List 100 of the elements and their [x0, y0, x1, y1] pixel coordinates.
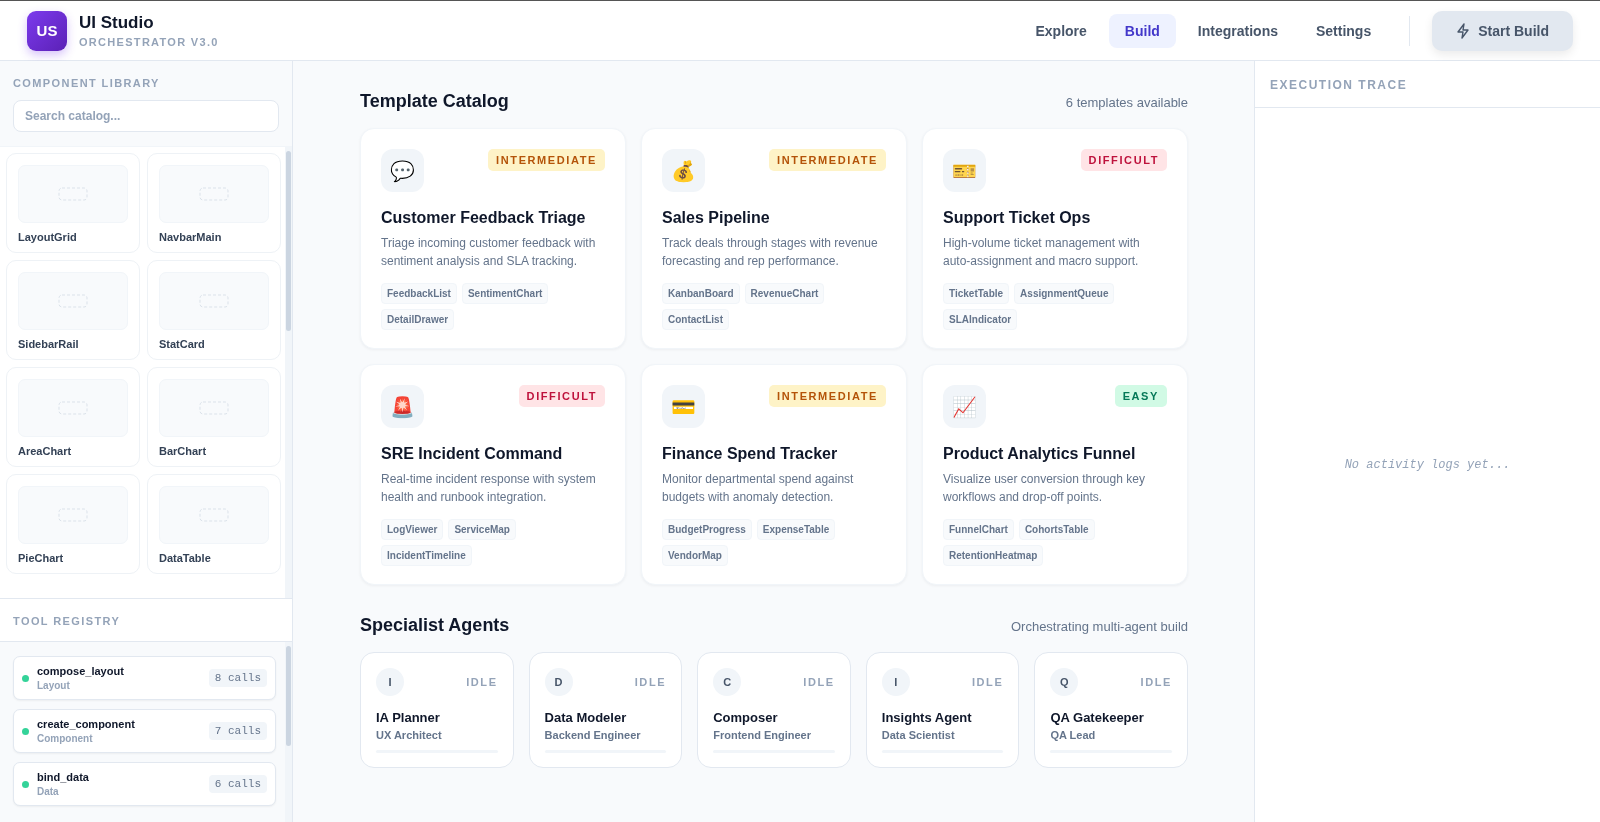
component-tag: KanbanBoard: [662, 283, 740, 304]
nav-tab[interactable]: Settings: [1300, 13, 1388, 48]
component-card[interactable]: StatCard: [147, 260, 281, 360]
lightning-icon: [1456, 22, 1471, 39]
template-icon: 💰: [662, 149, 705, 192]
nav-tab[interactable]: Integrations: [1181, 13, 1294, 48]
template-icon: 📈: [943, 385, 986, 428]
template-card[interactable]: 🎫 DIFFICULT Support Ticket Ops High-volume ticket management with auto-assignment and macro support. TicketTable AssignmentQueue SLAIndicator: [922, 128, 1188, 349]
nav-tab[interactable]: Build: [1108, 13, 1176, 48]
template-description: Real-time incident response with system health and runbook integration.: [381, 471, 597, 506]
template-card[interactable]: 🚨 DIFFICULT SRE Incident Command Real-time incident response with system health and runbook integration. LogViewer ServiceMap IncidentTimeline: [360, 364, 626, 585]
component-name: DataTable: [159, 552, 212, 564]
difficulty-badge: DIFFICULT: [518, 385, 605, 407]
tool-item[interactable]: create_component Component 7 calls: [13, 709, 276, 753]
component-name: SidebarRail: [18, 338, 80, 350]
section-subtitle: Orchestrating multi-agent build: [1010, 619, 1188, 634]
template-title: Support Ticket Ops: [943, 209, 1092, 227]
placeholder-icon: [199, 508, 229, 522]
section-title: Specialist Agents: [360, 615, 510, 636]
template-description: Triage incoming customer feedback with sentiment analysis and SLA tracking.: [381, 235, 597, 270]
panel-heading: EXECUTION TRACE: [1255, 61, 1600, 108]
template-card[interactable]: 💬 INTERMEDIATE Customer Feedback Triage Triage incoming customer feedback with sentiment analysis and SLA tracking. FeedbackList SentimentChart DetailDrawer: [360, 128, 626, 349]
scrollbar-thumb[interactable]: [286, 646, 291, 746]
tool-item[interactable]: bind_data Data 6 calls: [13, 762, 276, 806]
component-card[interactable]: LayoutGrid: [6, 153, 140, 253]
template-card[interactable]: 💳 INTERMEDIATE Finance Spend Tracker Monitor departmental spend against budgets with anomaly detection. BudgetProgress ExpenseTable VendorMap: [641, 364, 907, 585]
tool-category: Layout: [37, 680, 71, 691]
component-card[interactable]: AreaChart: [6, 367, 140, 467]
start-build-button[interactable]: Start Build: [1432, 10, 1573, 51]
agent-name: Data Modeler: [544, 710, 628, 725]
agent-role: QA Lead: [1050, 729, 1097, 741]
component-card[interactable]: DataTable: [147, 474, 281, 574]
component-tag: LogViewer: [381, 519, 444, 540]
app-title: UI Studio: [79, 13, 155, 33]
template-title: SRE Incident Command: [381, 445, 564, 463]
template-title: Customer Feedback Triage: [381, 209, 587, 227]
component-name: LayoutGrid: [18, 231, 78, 243]
component-card[interactable]: NavbarMain: [147, 153, 281, 253]
placeholder-icon: [58, 508, 88, 522]
component-tag: SentimentChart: [461, 283, 549, 304]
nav-tab[interactable]: Explore: [1019, 13, 1103, 48]
template-description: Visualize user conversion through key workflows and drop-off points.: [943, 471, 1146, 506]
template-description: Monitor departmental spend against budgets with anomaly detection.: [662, 471, 855, 506]
component-tag: RetentionHeatmap: [943, 545, 1044, 566]
placeholder-icon: [58, 294, 88, 308]
placeholder-icon: [58, 187, 88, 201]
agent-avatar: Q: [1050, 668, 1079, 696]
section-title: Template Catalog: [360, 91, 509, 112]
component-tag: TicketTable: [943, 283, 1010, 304]
app-subtitle: ORCHESTRATOR V3.0: [79, 36, 219, 48]
component-tag: AssignmentQueue: [1014, 283, 1115, 304]
component-tag: ContactList: [662, 309, 729, 330]
component-name: NavbarMain: [159, 231, 223, 243]
difficulty-badge: INTERMEDIATE: [769, 385, 886, 407]
agent-status: IDLE: [803, 676, 835, 688]
template-title: Sales Pipeline: [662, 209, 771, 227]
tool-name: bind_data: [37, 771, 90, 783]
agent-name: QA Gatekeeper: [1050, 710, 1145, 725]
search-field[interactable]: Search catalog...: [13, 100, 279, 132]
agent-status: IDLE: [971, 676, 1004, 688]
template-card[interactable]: 📈 EASY Product Analytics Funnel Visualize user conversion through key workflows and drop-off points. FunnelChart CohortsTable RetentionHeatmap: [922, 364, 1188, 585]
difficulty-badge: EASY: [1114, 385, 1167, 407]
placeholder-icon: [199, 294, 229, 308]
template-card[interactable]: 💰 INTERMEDIATE Sales Pipeline Track deals through stages with revenue forecasting and rep performance. KanbanBoard RevenueChart ContactList: [641, 128, 907, 349]
tool-name: create_component: [37, 718, 136, 730]
agent-name: Insights Agent: [881, 710, 973, 725]
tool-item[interactable]: compose_layout Layout 8 calls: [13, 656, 276, 700]
component-card[interactable]: SidebarRail: [6, 260, 140, 360]
placeholder-icon: [199, 401, 229, 415]
template-description: High-volume ticket management with auto-assignment and macro support.: [943, 235, 1141, 270]
template-icon: 🚨: [381, 385, 424, 428]
agent-avatar: I: [376, 668, 404, 696]
agent-avatar: D: [544, 668, 573, 696]
call-count: 6 calls: [208, 775, 267, 793]
component-tag: IncidentTimeline: [381, 545, 472, 566]
component-tag: CohortsTable: [1018, 519, 1095, 540]
component-card[interactable]: PieChart: [6, 474, 140, 574]
tool-category: Component: [37, 733, 94, 744]
agent-name: IA Planner: [376, 710, 441, 725]
placeholder-icon: [199, 187, 229, 201]
agent-role: UX Architect: [376, 729, 443, 741]
call-count: 7 calls: [208, 722, 267, 740]
agent-status: IDLE: [466, 676, 498, 688]
agent-role: Frontend Engineer: [713, 729, 812, 741]
status-dot: [22, 674, 29, 682]
agent-avatar: I: [881, 668, 910, 696]
template-title: Product Analytics Funnel: [943, 445, 1137, 463]
status-dot: [22, 727, 29, 735]
component-name: PieChart: [18, 552, 65, 564]
component-tag: ExpenseTable: [756, 519, 836, 540]
template-icon: 💳: [662, 385, 705, 428]
agent-status: IDLE: [634, 676, 667, 688]
difficulty-badge: DIFFICULT: [1080, 149, 1167, 171]
component-tag: DetailDrawer: [381, 309, 455, 330]
component-tag: VendorMap: [662, 545, 728, 566]
component-tag: BudgetProgress: [662, 519, 752, 540]
scrollbar-thumb[interactable]: [286, 151, 291, 331]
component-card[interactable]: BarChart: [147, 367, 281, 467]
status-dot: [22, 780, 29, 788]
template-count: 6 templates available: [1065, 95, 1188, 110]
